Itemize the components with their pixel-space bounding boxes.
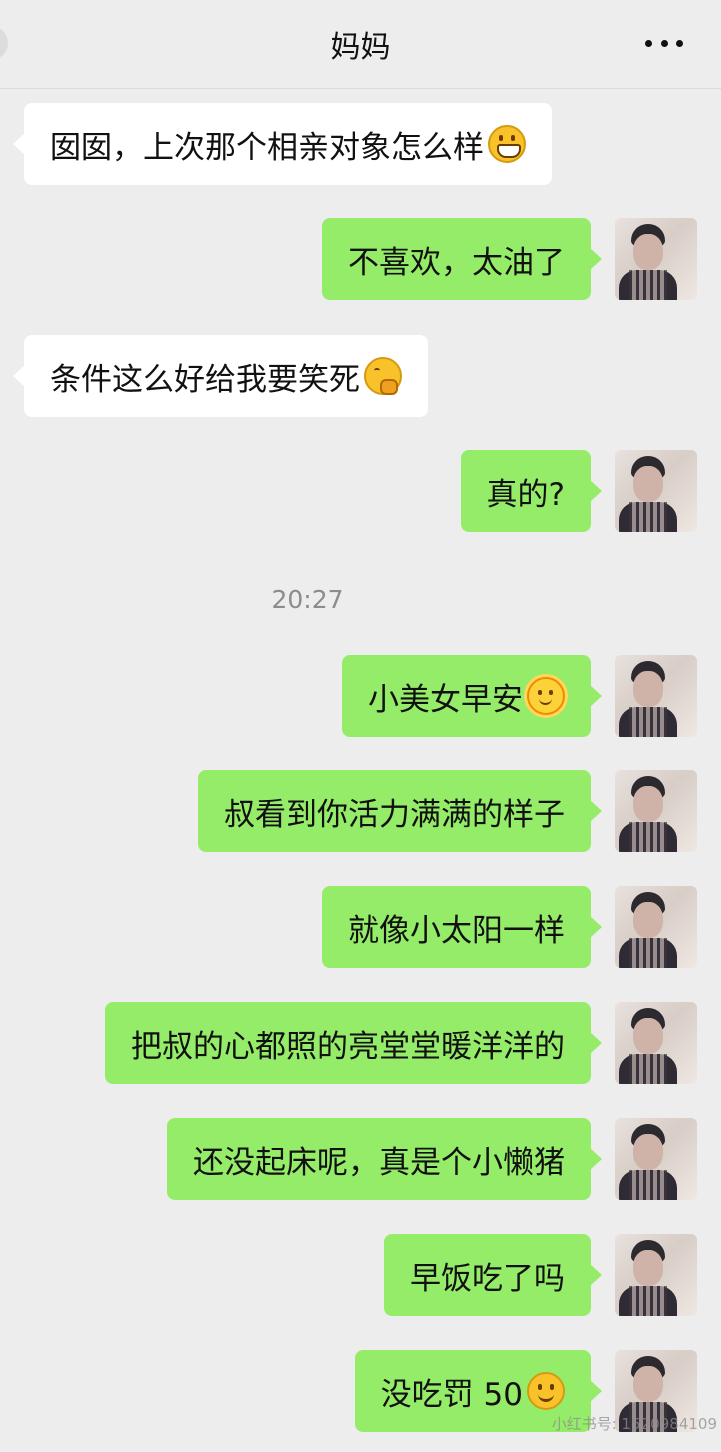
message-row: 叔看到你活力满满的样子 bbox=[0, 770, 721, 854]
avatar[interactable] bbox=[615, 450, 697, 532]
message-row: 不喜欢，太油了 bbox=[0, 218, 721, 302]
message-bubble-outgoing[interactable]: 小美女早安 bbox=[342, 655, 602, 737]
sun-emoji-icon bbox=[527, 677, 565, 715]
message-row: 小美女早安 bbox=[0, 655, 721, 739]
message-text: 条件这么好给我要笑死 bbox=[50, 361, 360, 398]
message-text: 囡囡，上次那个相亲对象怎么样 bbox=[50, 129, 484, 166]
message-text: 把叔的心都照的亮堂堂暖洋洋的 bbox=[131, 1028, 565, 1065]
message-text: 不喜欢，太油了 bbox=[348, 244, 565, 281]
message-bubble-outgoing[interactable]: 不喜欢，太油了 bbox=[322, 218, 602, 300]
message-row: 就像小太阳一样 bbox=[0, 886, 721, 970]
message-bubble-outgoing[interactable]: 早饭吃了吗 bbox=[384, 1234, 602, 1316]
message-text: 真的? bbox=[486, 476, 565, 513]
message-row: 还没起床呢，真是个小懒猪 bbox=[0, 1118, 721, 1202]
avatar[interactable] bbox=[615, 1118, 697, 1200]
message-bubble-outgoing[interactable]: 把叔的心都照的亮堂堂暖洋洋的 bbox=[105, 1002, 602, 1084]
message-bubble-outgoing[interactable]: 叔看到你活力满满的样子 bbox=[198, 770, 602, 852]
message-timestamp: 20:27 bbox=[271, 585, 344, 614]
message-bubble-incoming[interactable]: 条件这么好给我要笑死 bbox=[13, 335, 428, 417]
avatar[interactable] bbox=[615, 886, 697, 968]
message-bubble-incoming[interactable]: 囡囡，上次那个相亲对象怎么样 bbox=[13, 103, 552, 185]
avatar[interactable] bbox=[615, 655, 697, 737]
message-text: 还没起床呢，真是个小懒猪 bbox=[193, 1144, 565, 1181]
message-bubble-outgoing[interactable]: 真的? bbox=[460, 450, 603, 532]
message-row: 把叔的心都照的亮堂堂暖洋洋的 bbox=[0, 1002, 721, 1086]
smile-emoji-icon bbox=[527, 1372, 565, 1410]
message-text: 小美女早安 bbox=[368, 681, 523, 718]
laugh-emoji-icon bbox=[364, 357, 402, 395]
message-row: 真的? bbox=[0, 450, 721, 534]
chat-title: 妈妈 bbox=[330, 30, 391, 65]
message-text: 早饭吃了吗 bbox=[410, 1260, 565, 1297]
message-text: 叔看到你活力满满的样子 bbox=[224, 796, 565, 833]
avatar[interactable] bbox=[615, 770, 697, 852]
message-bubble-outgoing[interactable]: 还没起床呢，真是个小懒猪 bbox=[167, 1118, 602, 1200]
avatar[interactable] bbox=[615, 1002, 697, 1084]
header-divider bbox=[0, 88, 721, 89]
message-text: 就像小太阳一样 bbox=[348, 912, 565, 949]
message-row: 条件这么好给我要笑死 bbox=[0, 335, 721, 419]
message-bubble-outgoing[interactable]: 就像小太阳一样 bbox=[322, 886, 602, 968]
more-options-icon[interactable] bbox=[645, 40, 683, 48]
watermark: 小红书号: 1520984109 bbox=[551, 1415, 717, 1433]
grin-emoji-icon bbox=[488, 125, 526, 163]
message-text: 没吃罚 50 bbox=[380, 1376, 523, 1413]
message-row: 囡囡，上次那个相亲对象怎么样 bbox=[0, 103, 721, 187]
chat-header: 妈妈 bbox=[0, 0, 721, 88]
avatar[interactable] bbox=[615, 1234, 697, 1316]
message-row: 早饭吃了吗 bbox=[0, 1234, 721, 1318]
avatar[interactable] bbox=[615, 218, 697, 300]
